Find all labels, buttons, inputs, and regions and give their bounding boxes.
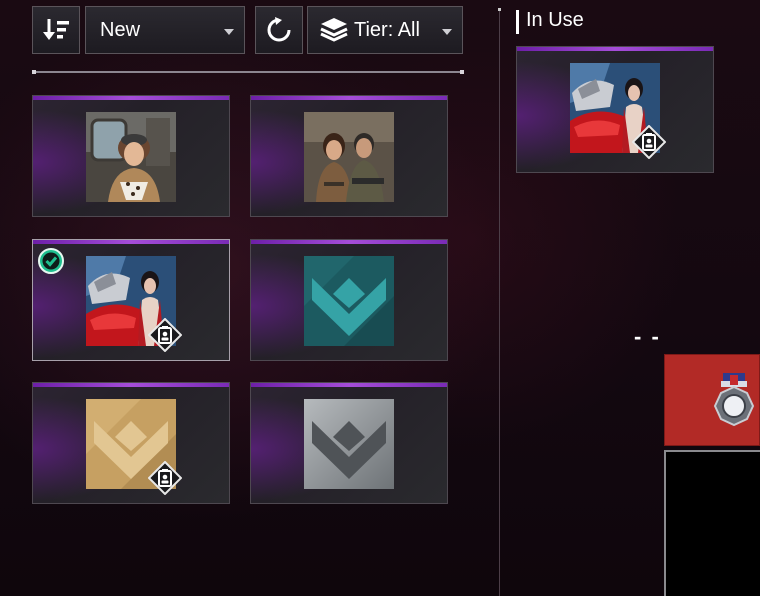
panel-divider xyxy=(498,8,501,596)
skin-card-4[interactable] xyxy=(250,239,448,361)
character-portrait-woman-goggles xyxy=(86,112,176,202)
tier-dropdown[interactable]: Tier: All xyxy=(307,6,463,54)
lock-icon xyxy=(148,461,182,495)
sort-descending-icon xyxy=(43,19,69,40)
layers-icon xyxy=(320,18,348,42)
skin-card-5[interactable] xyxy=(32,382,230,504)
skin-card-2[interactable] xyxy=(250,95,448,217)
empty-slot-placeholder: - - xyxy=(634,324,661,349)
order-dropdown[interactable]: New xyxy=(85,6,245,54)
lock-icon xyxy=(632,125,666,159)
in-use-card[interactable] xyxy=(516,46,714,173)
toolbar-divider xyxy=(32,70,464,74)
refresh-button[interactable] xyxy=(255,6,303,54)
in-use-title: In Use xyxy=(526,9,584,31)
check-circle-icon xyxy=(38,248,64,274)
skin-card-1[interactable] xyxy=(32,95,230,217)
character-portrait-duo-soldiers xyxy=(304,112,394,202)
section-marker xyxy=(516,10,519,34)
rank-emblem-silver xyxy=(304,399,394,489)
order-dropdown-value: New xyxy=(100,18,141,41)
rank-emblem-teal xyxy=(304,256,394,346)
lock-icon xyxy=(148,318,182,352)
sort-button[interactable] xyxy=(32,6,80,54)
skin-card-6[interactable] xyxy=(250,382,448,504)
preview-panel xyxy=(664,450,760,596)
medal-badge-icon xyxy=(713,373,755,427)
skin-card-3[interactable] xyxy=(32,239,230,361)
tier-dropdown-value: Tier: All xyxy=(354,18,420,41)
chevron-down-icon xyxy=(224,29,234,35)
refresh-icon xyxy=(267,17,291,42)
chevron-down-icon xyxy=(442,29,452,35)
equip-slot[interactable] xyxy=(664,354,760,446)
